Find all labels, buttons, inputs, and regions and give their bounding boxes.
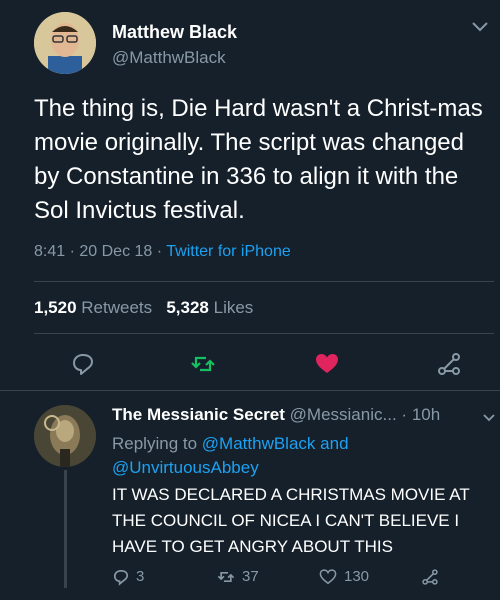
mention-link[interactable]: @UnvirtuousAbbey (112, 458, 259, 477)
divider (34, 333, 494, 334)
retweet-count: 1,520 (34, 298, 77, 317)
retweet-label: Retweets (81, 298, 153, 317)
replying-to: Replying to @MatthwBlack and @Unvirtuous… (112, 432, 482, 480)
reply-author-handle[interactable]: @Messianic... (290, 405, 397, 424)
heart-icon[interactable] (314, 351, 340, 377)
avatar[interactable] (34, 12, 96, 74)
reply-icon (112, 568, 136, 586)
divider (0, 390, 500, 391)
tweet-date: 20 Dec 18 (79, 243, 153, 260)
mention-and: and (320, 434, 349, 453)
reply-author-name[interactable]: The Messianic Secret (112, 405, 285, 424)
reply-header: The Messianic Secret @Messianic... · 10h (112, 405, 440, 425)
tweet-meta: 8:41 · 20 Dec 18 · Twitter for iPhone (34, 243, 291, 261)
share-action[interactable] (420, 568, 446, 586)
separator: · (156, 243, 163, 260)
tweet-time: 8:41 (34, 243, 66, 260)
author-name[interactable]: Matthew Black (112, 22, 237, 43)
tweet-stats: 1,520 Retweets 5,328 Likes (34, 298, 253, 318)
retweet-icon[interactable] (190, 351, 216, 377)
thread-line (64, 470, 67, 588)
share-icon (420, 568, 446, 585)
chevron-down-icon[interactable] (470, 20, 490, 34)
retweet-icon (216, 568, 242, 585)
reply-action[interactable]: 3 (112, 568, 144, 586)
tweet-text: The thing is, Die Hard wasn't a Christ-m… (34, 95, 483, 224)
share-icon[interactable] (436, 351, 462, 377)
author-handle[interactable]: @MatthwBlack (112, 48, 226, 68)
mention-link[interactable]: @MatthwBlack (202, 434, 316, 453)
likes-stat[interactable]: 5,328 Likes (166, 298, 253, 317)
separator: · (69, 243, 75, 260)
chevron-down-icon[interactable] (482, 410, 496, 422)
tweet-source-link[interactable]: Twitter for iPhone (166, 243, 291, 260)
reply-count: 3 (136, 568, 145, 585)
reply-icon[interactable] (70, 351, 96, 377)
retweet-action[interactable]: 37 (216, 568, 259, 586)
like-count: 5,328 (166, 298, 209, 317)
like-label: Likes (213, 298, 254, 317)
reply-time[interactable]: 10h (412, 405, 440, 424)
replying-prefix: Replying to (112, 434, 198, 453)
retweets-stat[interactable]: 1,520 Retweets (34, 298, 157, 317)
reply-text: IT WAS DECLARED A CHRISTMAS MOVIE AT THE… (112, 485, 470, 556)
like-count: 130 (344, 568, 370, 585)
retweet-count: 37 (242, 568, 259, 585)
like-action[interactable]: 130 (318, 568, 369, 586)
separator: · (401, 405, 408, 424)
reply-avatar[interactable] (34, 405, 96, 467)
divider (34, 281, 494, 282)
heart-outline-icon (318, 568, 344, 585)
